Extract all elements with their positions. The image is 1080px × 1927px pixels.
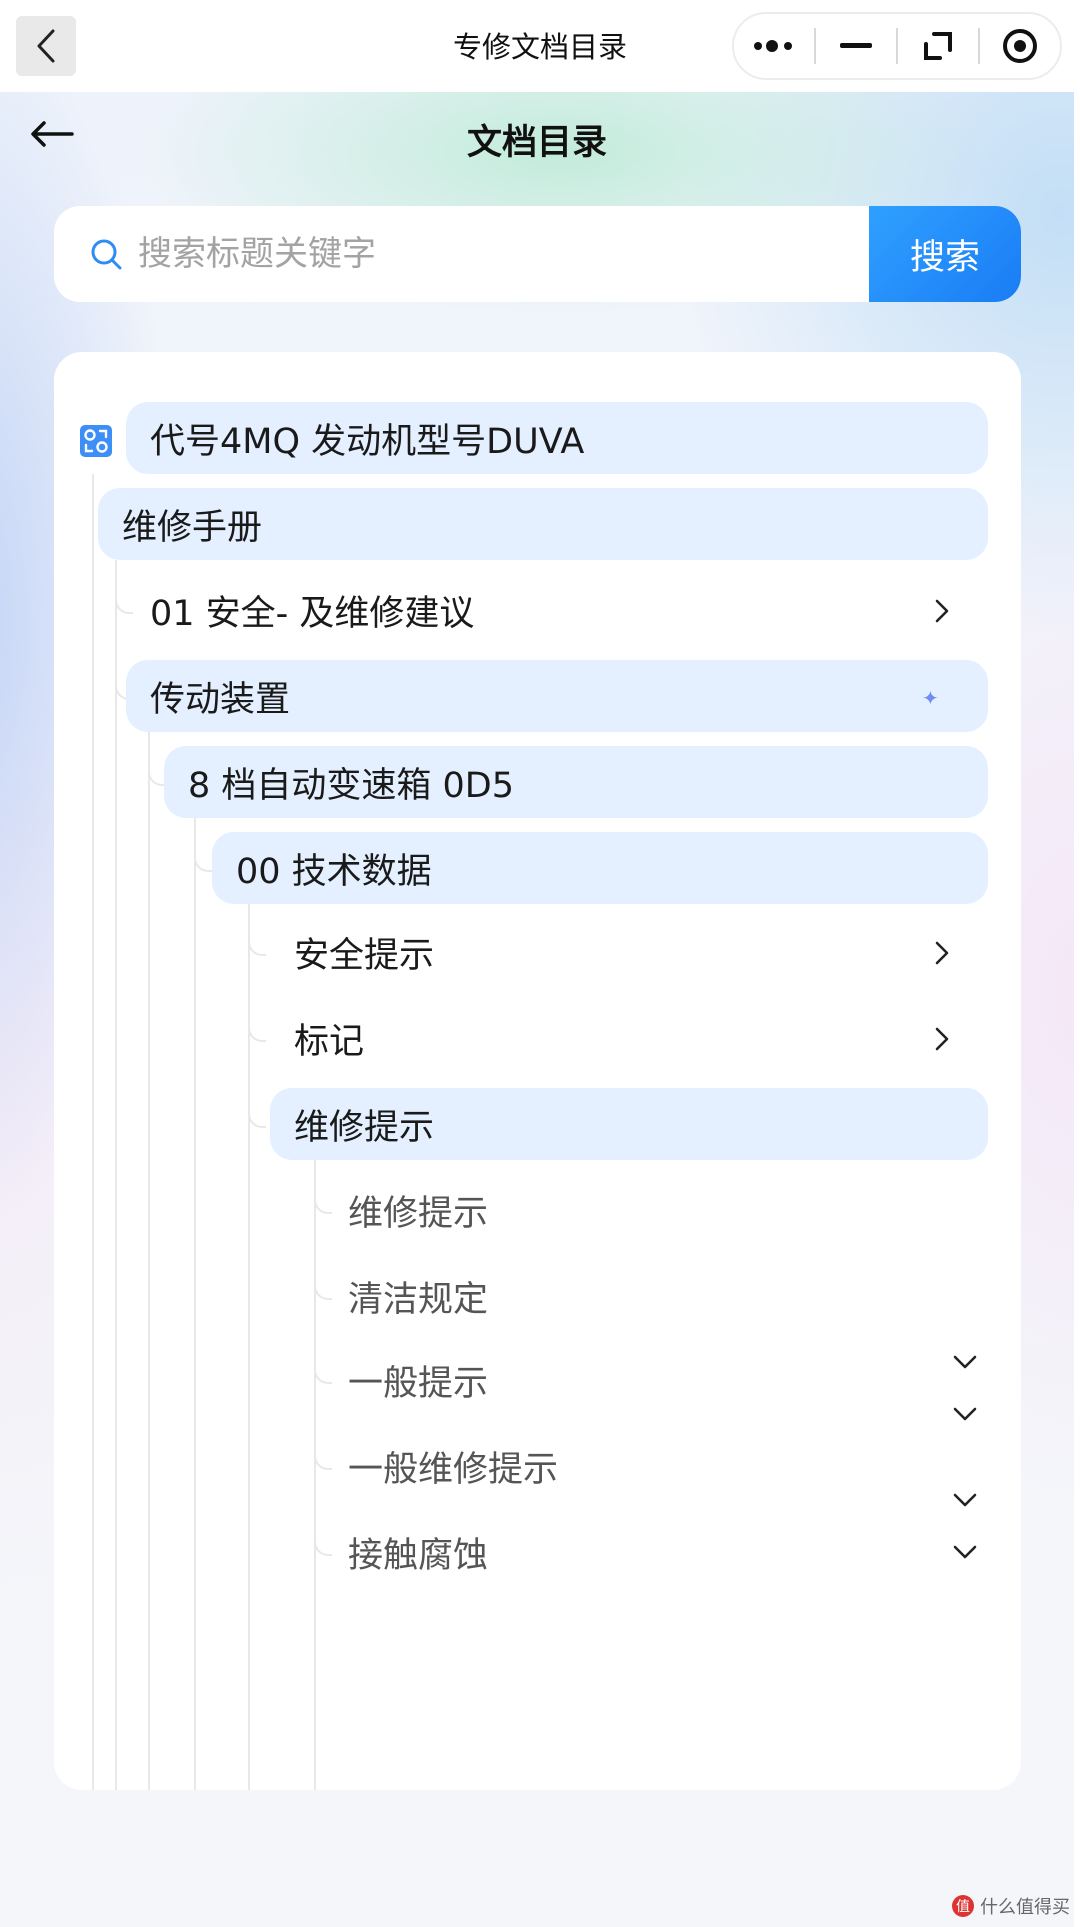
tree-leaf-cleaning-rules[interactable]: 清洁规定: [324, 1260, 988, 1332]
tree-guide-line: [194, 816, 196, 1790]
tree-leaf-label: 清洁规定: [348, 1279, 489, 1320]
tree-branch: [248, 1016, 266, 1042]
tree-node-repair-tips[interactable]: 维修提示: [270, 1088, 988, 1160]
record-button[interactable]: [980, 14, 1060, 78]
search-input[interactable]: [138, 206, 918, 302]
chevron-right-icon: [935, 941, 949, 965]
tree-leaf-general-notes[interactable]: 一般提示: [324, 1344, 988, 1416]
restore-button[interactable]: [898, 14, 978, 78]
chevron-down-icon[interactable]: [952, 1492, 978, 1508]
tree-node-markings[interactable]: 标记: [270, 1002, 988, 1074]
tree-guide-line: [115, 560, 117, 1790]
tree-leaf-label: 一般提示: [348, 1363, 489, 1404]
minimize-icon: [840, 43, 872, 48]
tree-leaf-label: 维修提示: [348, 1193, 489, 1234]
tree-leaf-contact-corrosion[interactable]: 接触腐蚀: [324, 1516, 988, 1588]
tree-leaf-label: 一般维修提示: [348, 1449, 559, 1490]
chevron-down-icon[interactable]: [952, 1406, 978, 1422]
tree-node-label: 01 安全- 及维修建议: [150, 593, 475, 634]
tree-node-label: 00 技术数据: [236, 851, 432, 892]
tree-node-label: 维修提示: [294, 1107, 435, 1148]
tree-root-node[interactable]: 代号4MQ 发动机型号DUVA: [126, 402, 988, 474]
tree-node-safety-advice[interactable]: 01 安全- 及维修建议: [126, 574, 988, 646]
tree-node-label: 安全提示: [294, 935, 435, 976]
directory-tree: 代号4MQ 发动机型号DUVA 维修手册 01 安全- 及维修建议 传动装置 ✦…: [54, 352, 1021, 1790]
tree-leaf-label: 接触腐蚀: [348, 1535, 489, 1576]
chevron-right-icon: [935, 599, 949, 623]
chevron-down-icon[interactable]: [952, 1544, 978, 1560]
tree-node-safety-notes[interactable]: 安全提示: [270, 916, 988, 988]
tree-node-label: 维修手册: [122, 507, 263, 548]
tree-node-label: 8 档自动变速箱 0D5: [188, 765, 515, 806]
tree-node-manual[interactable]: 维修手册: [98, 488, 988, 560]
window-edge: [1074, 92, 1080, 1927]
window-titlebar: 专修文档目录: [0, 0, 1080, 92]
tree-leaf-repair-tips[interactable]: 维修提示: [324, 1174, 988, 1246]
tree-guide-line: [92, 474, 94, 1790]
tree-node-label: 传动装置: [150, 679, 291, 720]
tree-guide-line: [148, 730, 150, 1790]
capsule-menu: [732, 12, 1062, 80]
search-button[interactable]: 搜索: [869, 206, 1021, 302]
tree-root-label: 代号4MQ 发动机型号DUVA: [150, 421, 585, 462]
chevron-down-icon[interactable]: [952, 1354, 978, 1370]
more-dots-icon: [754, 40, 792, 52]
search-icon: [91, 239, 122, 270]
search-bar: 搜索: [54, 206, 1021, 302]
document-directory-page: 文档目录 搜索标题关键字 搜索 代号4MQ 发动机型号DUVA 维修手册 01 …: [0, 92, 1074, 1927]
tree-guide-line: [314, 1158, 316, 1790]
model-code-icon: [80, 425, 112, 457]
tree-branch: [248, 930, 266, 956]
more-button[interactable]: [734, 14, 814, 78]
site-watermark: 值 什么值得买: [952, 1893, 1070, 1919]
page-title: 文档目录: [466, 123, 607, 163]
watermark-text: 什么值得买: [980, 1897, 1070, 1918]
restore-icon: [924, 32, 952, 60]
tree-node-8-speed-gearbox[interactable]: 8 档自动变速箱 0D5: [164, 746, 988, 818]
tree-node-technical-data[interactable]: 00 技术数据: [212, 832, 988, 904]
tree-branch: [194, 846, 212, 872]
tree-leaf-general-repair-notes[interactable]: 一般维修提示: [324, 1430, 988, 1502]
tree-node-drivetrain[interactable]: 传动装置 ✦: [126, 660, 988, 732]
sparkle-icon: ✦: [922, 686, 939, 710]
chevron-right-icon: [935, 1027, 949, 1051]
record-icon: [1003, 29, 1037, 63]
watermark-logo-icon: 值: [952, 1895, 974, 1917]
tree-node-label: 标记: [294, 1021, 365, 1062]
tree-branch: [248, 1102, 266, 1128]
minimize-button[interactable]: [816, 14, 896, 78]
